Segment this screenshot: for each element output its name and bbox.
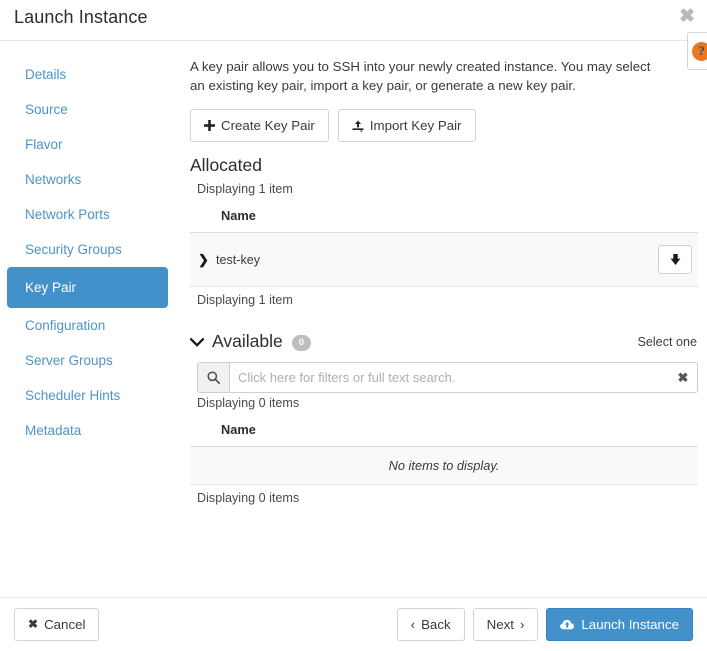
allocated-row-name-cell: ❯test-key [190,233,444,287]
available-empty-row: No items to display. [190,447,698,485]
sidebar-item-metadata[interactable]: Metadata [7,413,168,448]
launch-instance-label: Launch Instance [581,616,679,633]
available-heading: Available [212,331,283,352]
help-button[interactable]: ? [687,32,707,70]
plus-icon [204,120,215,131]
create-key-pair-label: Create Key Pair [221,117,315,134]
modal-footer: ✖ Cancel ‹ Back Next › Launch Instance [0,597,707,651]
available-header: Available 0 Select one [190,331,698,352]
cancel-button[interactable]: ✖ Cancel [14,608,99,641]
allocated-row-name: test-key [216,253,260,267]
key-pair-panel: A key pair allows you to SSH into your n… [175,41,707,597]
available-count-bottom: Displaying 0 items [190,491,698,505]
available-count-badge: 0 [292,335,311,351]
search-icon[interactable] [198,363,230,392]
footer-nav-buttons: ‹ Back Next › Launch Instance [397,608,693,641]
clear-search-icon[interactable]: ✖ [669,363,697,392]
allocated-count-top: Displaying 1 item [190,182,698,196]
allocated-count-bottom: Displaying 1 item [190,293,698,307]
sidebar-item-key-pair[interactable]: Key Pair [7,267,168,308]
modal-body: Details Source Flavor Networks Network P… [0,41,707,597]
chevron-right-icon: › [520,616,524,633]
sidebar-item-source[interactable]: Source [7,92,168,127]
upload-icon [352,120,364,132]
back-label: Back [421,616,451,633]
allocated-table: Name ❯test-key [190,208,698,287]
sidebar-item-configuration[interactable]: Configuration [7,308,168,343]
x-icon: ✖ [28,616,38,633]
available-count-top: Displaying 0 items [190,396,698,410]
cancel-label: Cancel [44,616,85,633]
create-key-pair-button[interactable]: Create Key Pair [190,109,329,142]
chevron-down-icon[interactable] [190,335,204,349]
select-one-hint: Select one [637,335,698,349]
available-table: Name No items to display. [190,422,698,485]
available-column-name: Name [190,422,698,447]
import-key-pair-label: Import Key Pair [370,117,462,134]
sidebar-item-network-ports[interactable]: Network Ports [7,197,168,232]
table-row[interactable]: ❯test-key [190,233,698,287]
sidebar-item-scheduler-hints[interactable]: Scheduler Hints [7,378,168,413]
search-input[interactable] [230,363,669,392]
sidebar-item-flavor[interactable]: Flavor [7,127,168,162]
back-button[interactable]: ‹ Back [397,608,465,641]
allocated-row-action-cell [444,233,698,287]
next-button[interactable]: Next › [473,608,539,641]
available-header-row: Name [190,422,698,447]
filter-search-bar[interactable]: ✖ [197,362,698,393]
sidebar-item-security-groups[interactable]: Security Groups [7,232,168,267]
panel-description: A key pair allows you to SSH into your n… [190,57,660,95]
chevron-left-icon: ‹ [411,616,415,633]
allocated-header-row: Name [190,208,698,233]
launch-instance-button[interactable]: Launch Instance [546,608,693,641]
sidebar-item-server-groups[interactable]: Server Groups [7,343,168,378]
chevron-right-icon[interactable]: ❯ [198,252,216,268]
modal-header: Launch Instance ✖ [0,0,707,41]
allocated-heading: Allocated [190,155,698,176]
launch-instance-modal: Launch Instance ✖ ? Details Source Flavo… [0,0,707,651]
cloud-upload-icon [560,618,575,631]
wizard-sidebar: Details Source Flavor Networks Network P… [0,41,175,597]
question-mark-icon: ? [692,42,707,61]
key-pair-actions: Create Key Pair Import Key Pair [190,109,698,142]
next-label: Next [487,616,514,633]
deallocate-arrow-down-button[interactable] [658,245,692,274]
close-icon[interactable]: ✖ [675,5,699,28]
available-empty-text: No items to display. [190,447,698,485]
page-title: Launch Instance [14,7,148,28]
sidebar-item-networks[interactable]: Networks [7,162,168,197]
import-key-pair-button[interactable]: Import Key Pair [338,109,476,142]
allocated-column-name: Name [190,208,698,233]
sidebar-item-details[interactable]: Details [7,57,168,92]
